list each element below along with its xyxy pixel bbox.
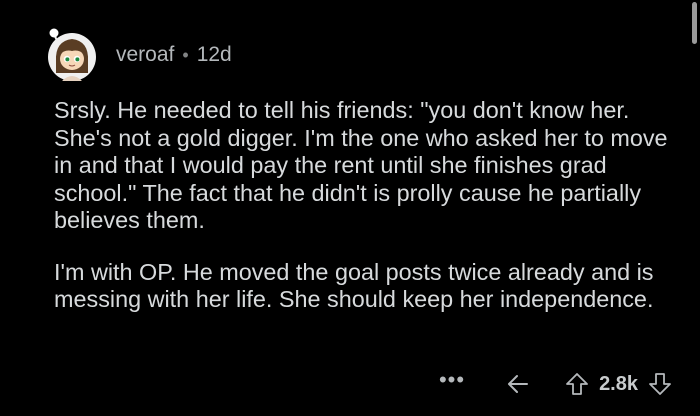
comment-paragraph-1: Srsly. He needed to tell his friends: "y…: [54, 97, 668, 233]
upvote-icon[interactable]: [563, 370, 591, 398]
comment-age: 12d: [196, 43, 232, 66]
reply-icon[interactable]: [505, 370, 533, 398]
meta-separator: •: [182, 44, 189, 65]
comment-body: Srsly. He needed to tell his friends: "y…: [54, 97, 674, 338]
author-meta: veroaf • 12d: [116, 43, 232, 67]
comment: veroaf • 12d Srsly. He needed to tell hi…: [0, 0, 700, 416]
username[interactable]: veroaf: [116, 43, 174, 67]
downvote-icon[interactable]: [646, 370, 674, 398]
more-options-button[interactable]: •••: [439, 369, 465, 391]
scrollbar[interactable]: [692, 2, 697, 44]
comment-header: veroaf • 12d: [44, 20, 232, 90]
comment-actions: ••• 2.8k: [439, 364, 674, 404]
comment-paragraph-2: I'm with OP. He moved the goal posts twi…: [54, 258, 654, 313]
avatar[interactable]: [44, 27, 100, 83]
score: 2.8k: [599, 372, 638, 395]
